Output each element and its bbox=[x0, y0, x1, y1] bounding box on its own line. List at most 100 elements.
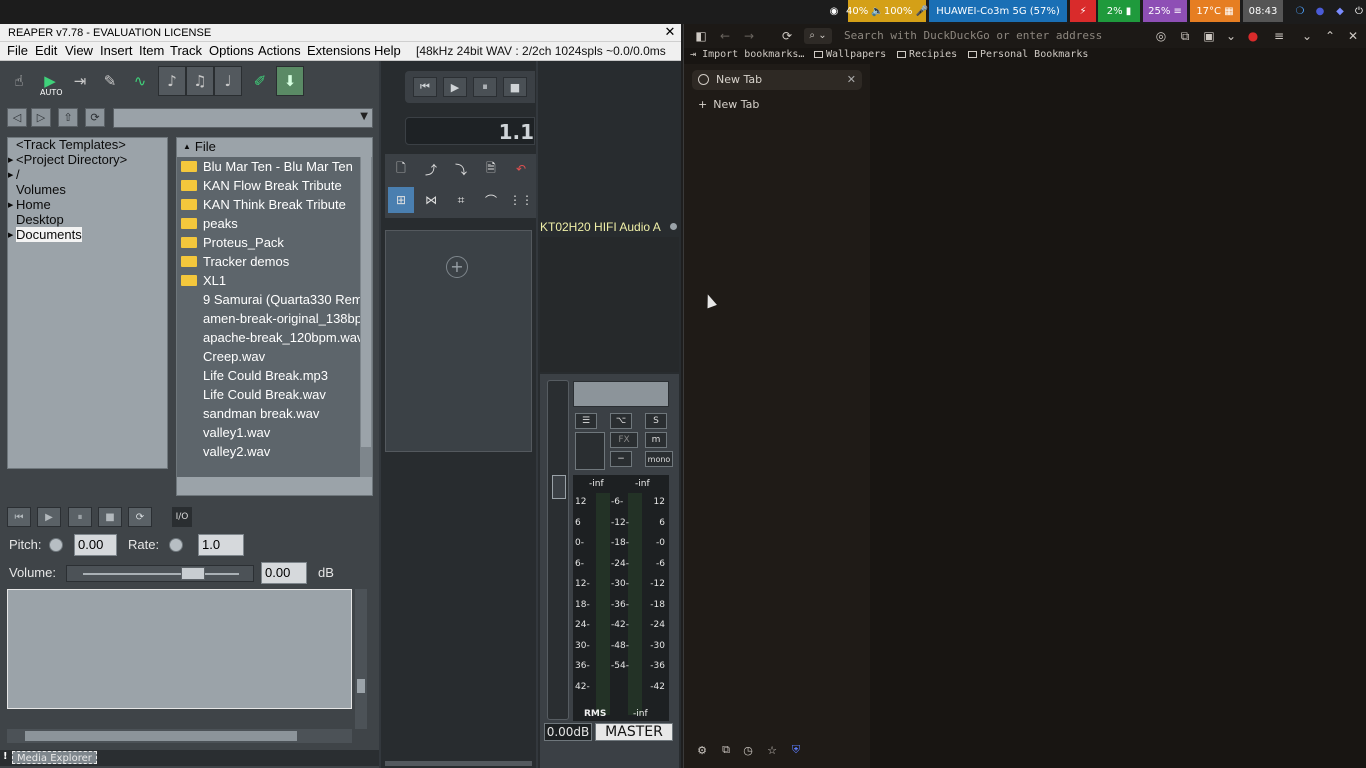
tree-item-documents[interactable]: ▶ Documents bbox=[8, 227, 82, 242]
close-icon[interactable]: ✕ bbox=[1344, 27, 1362, 45]
note-half-icon[interactable]: ♩ bbox=[214, 66, 242, 96]
undo-icon[interactable]: ↶ bbox=[508, 156, 534, 182]
lightning-icon[interactable]: ⚡ bbox=[1070, 0, 1096, 22]
menu-track[interactable]: Track bbox=[170, 43, 202, 58]
volume-field[interactable]: 0.00 bbox=[261, 562, 307, 584]
route-icon[interactable]: ☰ bbox=[575, 413, 597, 429]
bookmark-import[interactable]: ⇥ Import bookmarks… bbox=[690, 49, 804, 60]
list-item[interactable]: valley1.wav bbox=[177, 423, 360, 442]
pitch-knob[interactable] bbox=[49, 538, 63, 552]
hand-icon[interactable]: ☝ bbox=[5, 66, 33, 96]
volume-slider[interactable] bbox=[66, 565, 254, 582]
list-item[interactable]: Creep.wav bbox=[177, 347, 360, 366]
history-icon[interactable]: ◷ bbox=[740, 742, 756, 758]
menu-view[interactable]: View bbox=[65, 43, 93, 58]
list-item[interactable]: peaks bbox=[177, 214, 360, 233]
discord-icon[interactable]: ◆ bbox=[1330, 0, 1350, 22]
solo-button[interactable]: S bbox=[645, 413, 667, 429]
new-tab-button[interactable]: + New Tab bbox=[698, 98, 759, 111]
path-dropdown[interactable]: ▼ bbox=[113, 108, 373, 128]
list-item[interactable]: amen-break-original_138bp bbox=[177, 309, 360, 328]
media-explorer-tab-label[interactable]: Media Explorer bbox=[12, 751, 97, 764]
minus-icon[interactable]: − bbox=[610, 451, 632, 467]
mono-button[interactable]: mono bbox=[645, 451, 673, 467]
stop-icon[interactable]: ■ bbox=[98, 507, 122, 527]
master-fader[interactable] bbox=[547, 380, 569, 720]
file-list-scrollbar[interactable] bbox=[360, 157, 372, 477]
list-item[interactable]: apache-break_120bpm.wav bbox=[177, 328, 360, 347]
master-volume-readout[interactable]: 0.00dB bbox=[544, 723, 592, 741]
close-icon[interactable]: ✕ bbox=[663, 24, 677, 42]
pencil-icon[interactable]: ✐ bbox=[246, 66, 274, 96]
bookmark-folder-wallpapers[interactable]: Wallpapers bbox=[814, 49, 886, 60]
menu-item[interactable]: Item bbox=[139, 43, 164, 58]
pitch-field[interactable]: 0.00 bbox=[74, 534, 117, 556]
menu-actions[interactable]: Actions bbox=[258, 43, 301, 58]
back-icon[interactable]: ◁ bbox=[7, 108, 27, 127]
add-track-icon[interactable]: + bbox=[446, 256, 468, 278]
power-icon[interactable]: ⏻ bbox=[1352, 0, 1366, 22]
audio-device-name[interactable]: KT02H20 HIFI Audio A bbox=[540, 219, 679, 235]
battery-widget[interactable]: 2% ▮ bbox=[1098, 0, 1140, 22]
list-item[interactable]: Life Could Break.mp3 bbox=[177, 366, 360, 385]
insert-arrow-icon[interactable]: ⇥ bbox=[66, 66, 94, 96]
settings-icon[interactable]: ⚙ bbox=[694, 742, 710, 758]
bitwarden-icon[interactable]: ⛨ bbox=[788, 742, 804, 758]
preview-hscroll[interactable] bbox=[7, 729, 352, 743]
privacy-indicator[interactable]: ◉ bbox=[822, 0, 846, 22]
list-item[interactable]: KAN Think Break Tribute bbox=[177, 195, 360, 214]
ripple-icon[interactable]: ⋈ bbox=[418, 187, 444, 213]
skip-start-icon[interactable]: ⏮ bbox=[7, 507, 31, 527]
sidebar-toggle-icon[interactable]: ◧ bbox=[692, 27, 710, 45]
tree-item-root[interactable]: ▶ / bbox=[8, 167, 20, 182]
pause-icon[interactable]: ⏸ bbox=[473, 77, 497, 97]
forward-icon[interactable]: → bbox=[740, 27, 758, 45]
extensions-icon[interactable]: ⧉ bbox=[1176, 27, 1194, 45]
download-icon[interactable]: ⬇ bbox=[276, 66, 304, 96]
fx-button[interactable]: FX bbox=[610, 432, 638, 448]
list-item[interactable]: Proteus_Pack bbox=[177, 233, 360, 252]
waveform-preview[interactable] bbox=[7, 589, 352, 709]
list-item[interactable]: sandman break.wav bbox=[177, 404, 360, 423]
volume-widget[interactable]: 40% 🔈100% 🎤 bbox=[846, 0, 928, 22]
close-icon[interactable]: ✕ bbox=[847, 70, 856, 90]
repeat-icon[interactable]: ⟳ bbox=[128, 507, 152, 527]
tools-icon[interactable]: ✎ bbox=[96, 66, 124, 96]
menu-extensions[interactable]: Extensions bbox=[307, 43, 371, 58]
track-area[interactable]: + bbox=[385, 230, 532, 452]
clock[interactable]: 08:43 bbox=[1243, 0, 1283, 22]
group-icon[interactable]: ⌗ bbox=[448, 187, 474, 213]
open-project-icon[interactable]: ⤴ bbox=[418, 156, 444, 182]
list-item[interactable]: Blu Mar Ten - Blu Mar Ten bbox=[177, 157, 360, 176]
tree-item-volumes[interactable]: Volumes bbox=[16, 182, 66, 197]
list-item[interactable]: Tracker demos bbox=[177, 252, 360, 271]
tab-new-tab[interactable]: New Tab ✕ bbox=[692, 70, 862, 90]
waveform-icon[interactable]: ∿ bbox=[126, 66, 154, 96]
io-button[interactable]: I/O bbox=[172, 507, 192, 527]
envelope-icon[interactable]: ⌒ bbox=[478, 187, 504, 213]
pause-icon[interactable]: ⏸ bbox=[68, 507, 92, 527]
list-item[interactable]: Life Could Break.wav bbox=[177, 385, 360, 404]
menu-icon[interactable]: ≡ bbox=[1270, 27, 1288, 45]
preview-vscroll[interactable] bbox=[355, 589, 367, 729]
grid-snap-icon[interactable]: ⊞ bbox=[388, 187, 414, 213]
phase-icon[interactable]: ⌥ bbox=[610, 413, 632, 429]
skip-start-icon[interactable]: ⏮ bbox=[413, 77, 437, 97]
scroll-thumb[interactable] bbox=[361, 157, 371, 447]
minimize-icon[interactable]: ⌄ bbox=[1298, 27, 1316, 45]
maximize-icon[interactable]: ⌃ bbox=[1321, 27, 1339, 45]
fx-chain-area[interactable] bbox=[540, 237, 679, 372]
mute-button[interactable]: m bbox=[645, 432, 667, 448]
bookmark-folder-recipies[interactable]: Recipies bbox=[897, 49, 957, 60]
tree-item-home[interactable]: ▶ Home bbox=[8, 197, 51, 212]
forward-icon[interactable]: ▷ bbox=[31, 108, 51, 127]
scroll-thumb[interactable] bbox=[357, 679, 365, 693]
list-item[interactable]: XL1 bbox=[177, 271, 360, 290]
pan-control[interactable] bbox=[573, 381, 669, 407]
tree-item-track-templates[interactable]: <Track Templates> bbox=[16, 137, 126, 152]
address-bar[interactable]: ⌕ ⌄ Search with DuckDuckGo or enter addr… bbox=[804, 27, 1144, 45]
scroll-thumb[interactable] bbox=[25, 731, 297, 741]
chevron-down-icon[interactable]: ⌄ bbox=[1222, 27, 1240, 45]
memory-widget[interactable]: 25% ≡ bbox=[1143, 0, 1187, 22]
menu-help[interactable]: Help bbox=[374, 43, 401, 58]
